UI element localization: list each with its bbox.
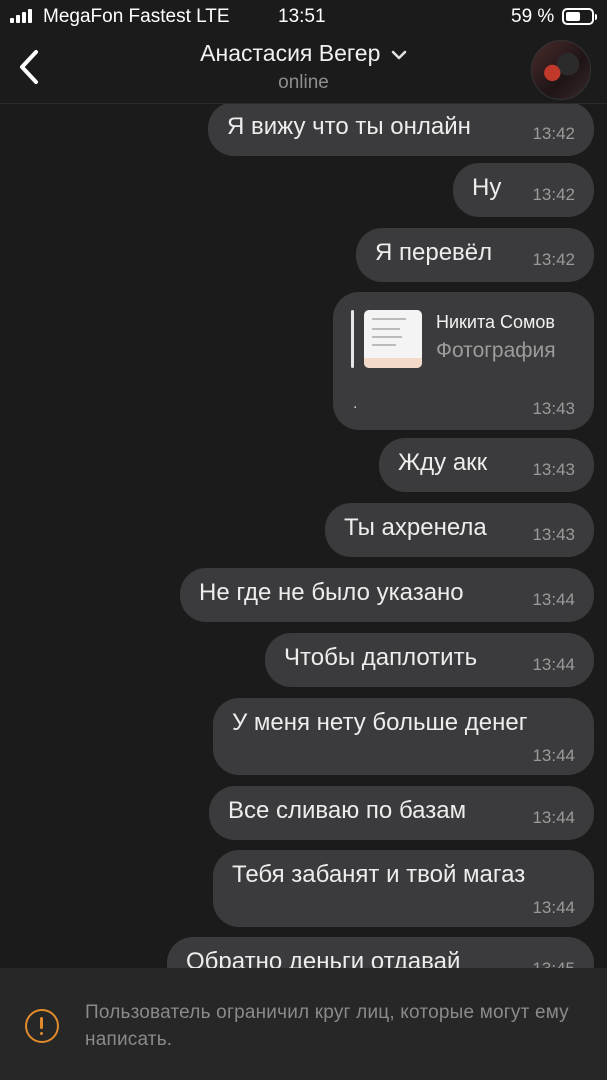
message-bubble[interactable]: Жду акк 13:43 (379, 438, 594, 492)
chat-header: Анастасия Вегер online (0, 34, 607, 104)
message-text: Тебя забанят и твой магаз (232, 861, 526, 888)
message-time: 13:42 (532, 250, 575, 269)
message-bubble[interactable]: Обратно деньги отдавай 13:45 (167, 937, 594, 968)
message-time: 13:43 (532, 399, 575, 418)
message-time: 13:43 (532, 460, 575, 479)
message-text: Все сливаю по базам (228, 797, 467, 824)
avatar[interactable] (531, 40, 591, 100)
shared-post-author: Никита Сомов (436, 312, 555, 332)
message-text: У меня нету больше денег (232, 709, 528, 736)
message-bubble[interactable]: Все сливаю по базам 13:44 (209, 786, 594, 840)
message-text: Ну (472, 174, 502, 201)
contact-status: online (278, 72, 329, 93)
message-bubble[interactable]: У меня нету больше денег 13:44 (213, 698, 594, 775)
chevron-down-icon (391, 50, 407, 60)
message-list[interactable]: Я вижу что ты онлайн 13:42 Ну 13:42 Я пе… (0, 104, 607, 968)
warning-icon (25, 1009, 59, 1043)
status-time: 13:51 (278, 6, 326, 27)
message-text: Я вижу что ты онлайн (227, 113, 471, 140)
message-time: 13:43 (532, 525, 575, 544)
message-bubble[interactable]: Я вижу что ты онлайн 13:42 (208, 104, 594, 156)
shared-photo-thumbnail[interactable] (364, 310, 422, 368)
shared-post-message[interactable]: Никита Сомов Фотография . 13:43 (333, 292, 594, 430)
message-bubble[interactable]: Тебя забанят и твой магаз 13:44 (213, 850, 594, 927)
message-text: Жду акк (398, 449, 488, 476)
message-time: 13:44 (532, 590, 575, 609)
message-time: 13:44 (532, 808, 575, 827)
message-bubble[interactable]: Я перевёл 13:42 (356, 228, 594, 282)
quote-bar (351, 310, 354, 368)
contact-name: Анастасия Вегер (200, 40, 381, 66)
restriction-notice-text: Пользователь ограничил круг лиц, которые… (85, 1002, 569, 1050)
message-bubble[interactable]: Ну 13:42 (453, 163, 594, 217)
status-bar: MegaFon Fastest LTE 13:51 59 % (0, 0, 607, 34)
message-text: Я перевёл (375, 239, 493, 266)
message-text: Обратно деньги отдавай (186, 948, 461, 968)
signal-strength-icon (10, 9, 36, 23)
battery-icon (562, 8, 597, 25)
message-time: 13:44 (532, 746, 575, 765)
message-text: . (353, 395, 358, 412)
message-time: 13:42 (532, 124, 575, 143)
battery-percentage: 59 % (511, 6, 555, 27)
message-time: 13:42 (532, 185, 575, 204)
message-bubble[interactable]: Чтобы даплотить 13:44 (265, 633, 594, 687)
message-time: 13:44 (532, 898, 575, 917)
restriction-notice: Пользователь ограничил круг лиц, которые… (0, 968, 607, 1080)
message-time: 13:44 (532, 655, 575, 674)
message-text: Не где не было указано (199, 579, 464, 606)
message-bubble[interactable]: Ты ахренела 13:43 (325, 503, 594, 557)
message-time: 13:45 (532, 959, 575, 968)
message-text: Чтобы даплотить (284, 644, 478, 671)
shared-post-type: Фотография (436, 339, 556, 362)
message-bubble[interactable]: Не где не было указано 13:44 (180, 568, 594, 622)
message-text: Ты ахренела (344, 514, 487, 541)
carrier-name: MegaFon Fastest LTE (43, 6, 230, 27)
contact-title[interactable]: Анастасия Вегер (0, 40, 607, 67)
